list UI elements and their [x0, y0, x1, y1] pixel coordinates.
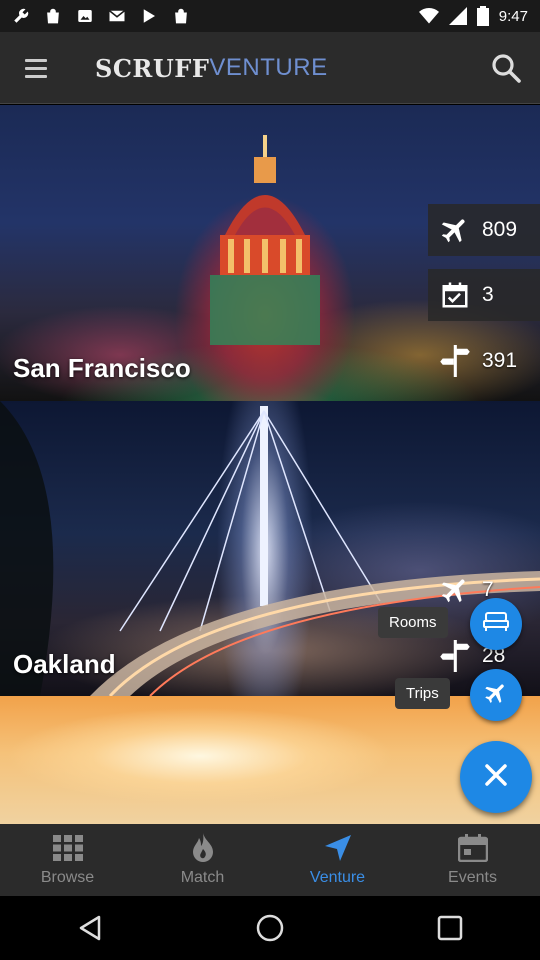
signal-icon	[448, 7, 467, 25]
close-icon	[482, 761, 510, 794]
wifi-icon	[418, 7, 439, 25]
image-icon	[76, 7, 94, 25]
battery-icon	[476, 6, 489, 26]
airplane-icon	[438, 213, 472, 247]
signpost-icon	[438, 639, 472, 673]
flame-icon	[186, 833, 220, 863]
menu-icon[interactable]	[18, 50, 54, 86]
tab-label: Browse	[40, 869, 95, 886]
stat-flights: 809	[428, 204, 540, 256]
status-system: 9:47	[418, 6, 528, 26]
bottom-tab-bar: Browse Match Venture Events	[0, 824, 540, 896]
play-icon	[140, 7, 158, 25]
grid-icon	[51, 833, 85, 863]
stat-places: 391	[428, 335, 540, 387]
tab-label: Match	[180, 869, 225, 886]
home-button[interactable]	[240, 898, 300, 958]
status-bar: 9:47	[0, 0, 540, 32]
city-card-next[interactable]	[0, 696, 540, 824]
tab-events[interactable]: Events	[405, 824, 540, 896]
navigation-arrow-icon	[321, 833, 355, 863]
calendar-check-icon	[438, 278, 472, 312]
stat-events: 3	[428, 269, 540, 321]
wrench-icon	[12, 7, 30, 25]
tab-label: Venture	[309, 869, 366, 886]
recents-button[interactable]	[420, 898, 480, 958]
app-logo: SCRUFF VENTURE	[95, 54, 328, 83]
signpost-icon	[438, 344, 472, 378]
logo-bold-text: SCRUFF	[95, 54, 210, 83]
search-icon[interactable]	[488, 50, 524, 86]
city-name: Oakland	[13, 649, 116, 679]
city-name: San Francisco	[13, 353, 191, 383]
bag-icon	[172, 7, 190, 25]
logo-light-text: VENTURE	[209, 54, 328, 81]
city-card-san-francisco[interactable]: San Francisco 809 3 391	[0, 105, 540, 401]
back-button[interactable]	[60, 898, 120, 958]
rooms-label[interactable]: Rooms	[378, 607, 448, 638]
airplane-icon	[483, 680, 509, 711]
bag-icon	[44, 7, 62, 25]
close-fab-button[interactable]	[460, 741, 532, 813]
city-hall-image	[210, 135, 320, 345]
status-notifications	[12, 7, 190, 25]
airplane-icon	[438, 573, 472, 607]
bed-icon	[482, 610, 510, 639]
tab-label: Events	[448, 869, 497, 886]
rooms-button[interactable]	[470, 598, 522, 650]
trips-button[interactable]	[470, 669, 522, 721]
calendar-icon	[456, 833, 490, 863]
trips-label[interactable]: Trips	[395, 678, 450, 709]
stat-value: 809	[482, 218, 518, 241]
stat-value: 391	[482, 349, 518, 372]
app-bar: SCRUFF VENTURE	[0, 32, 540, 104]
gmail-icon	[108, 7, 126, 25]
stat-value: 3	[482, 283, 494, 306]
status-time: 9:47	[498, 7, 528, 25]
tab-venture[interactable]: Venture	[270, 824, 405, 896]
system-nav-bar	[0, 896, 540, 960]
city-card-oakland[interactable]: Oakland 7 28	[0, 401, 540, 696]
tab-browse[interactable]: Browse	[0, 824, 135, 896]
tab-match[interactable]: Match	[135, 824, 270, 896]
